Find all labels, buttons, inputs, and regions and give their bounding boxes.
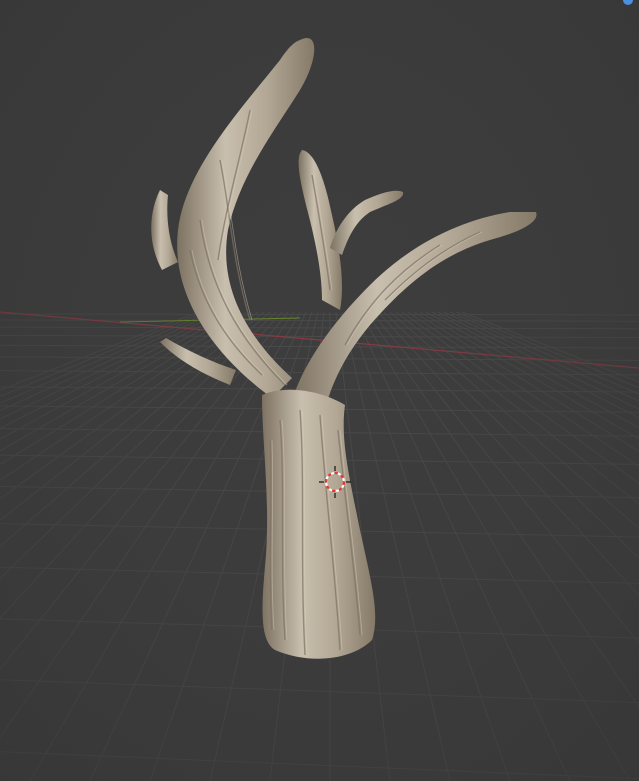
3d-viewport[interactable] (0, 0, 639, 781)
viewport-canvas[interactable] (0, 0, 639, 781)
